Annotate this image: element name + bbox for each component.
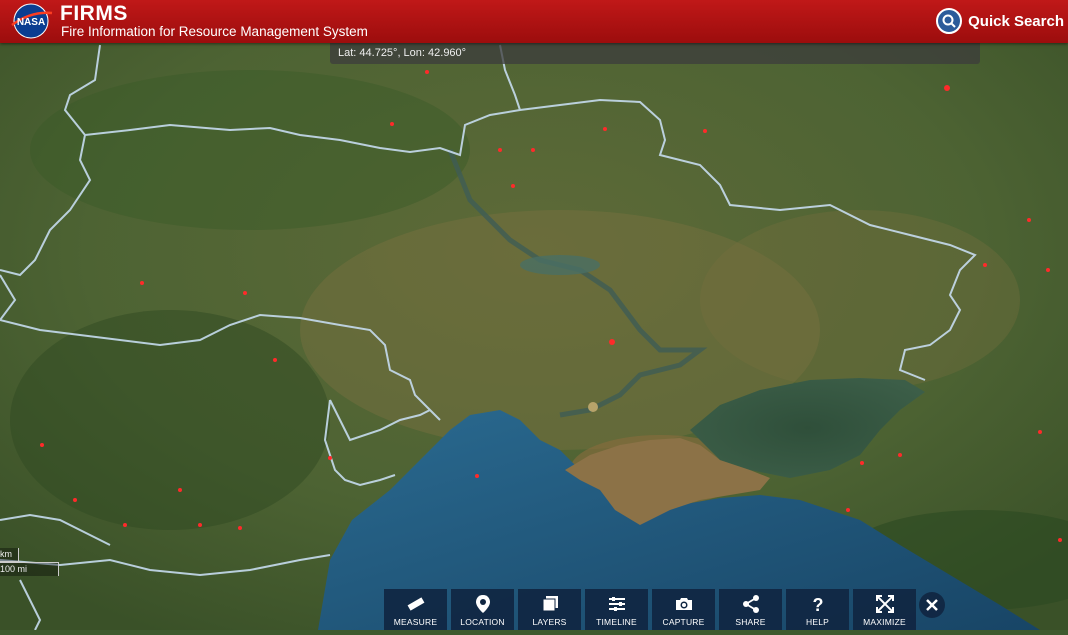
fire-point[interactable] [273, 358, 277, 362]
fire-point[interactable] [1038, 430, 1042, 434]
fire-point[interactable] [846, 508, 850, 512]
capture-button[interactable]: CAPTURE [652, 589, 715, 630]
quick-search-label: Quick Search [968, 12, 1064, 30]
fire-point[interactable] [390, 122, 394, 126]
fire-point[interactable] [123, 523, 127, 527]
kremenchuk-reservoir [520, 255, 600, 275]
satellite-map[interactable] [0, 0, 1068, 631]
fire-point[interactable] [1058, 538, 1062, 542]
camera-icon [675, 598, 692, 610]
fire-point[interactable] [140, 281, 144, 285]
fire-point[interactable] [703, 129, 707, 133]
question-icon: ? [812, 595, 823, 614]
fire-point[interactable] [498, 148, 502, 152]
app-subtitle: Fire Information for Resource Management… [61, 24, 368, 39]
location-button[interactable]: LOCATION [451, 589, 514, 630]
quick-search-button[interactable]: Quick Search [936, 7, 1064, 35]
northern-forest [30, 70, 470, 230]
steppe-region-east [700, 210, 1020, 390]
search-icon [936, 8, 963, 34]
fire-point[interactable] [1027, 218, 1031, 222]
close-toolbar-button[interactable] [919, 592, 945, 618]
help-label: HELP [805, 617, 829, 627]
measure-button[interactable]: MEASURE [384, 589, 447, 630]
nasa-logo-text: NASA [17, 17, 45, 28]
svg-text:?: ? [812, 595, 823, 614]
fire-point[interactable] [860, 461, 864, 465]
maximize-button[interactable]: MAXIMIZE [853, 589, 916, 630]
scale-km: km [0, 548, 19, 562]
nasa-logo-icon[interactable]: NASA [8, 3, 54, 39]
fire-point[interactable] [328, 456, 332, 460]
fire-point[interactable] [511, 184, 515, 188]
map-canvas[interactable] [0, 0, 1068, 631]
app-header: NASA FIRMS Fire Information for Resource… [0, 0, 1068, 43]
close-icon [926, 599, 938, 611]
capture-label: CAPTURE [662, 617, 705, 627]
share-button[interactable]: SHARE [719, 589, 782, 630]
fire-point[interactable] [40, 443, 44, 447]
fire-point[interactable] [898, 453, 902, 457]
fire-point[interactable] [73, 498, 77, 502]
layers-icon [542, 596, 558, 612]
fire-point[interactable] [198, 523, 202, 527]
fire-point[interactable] [178, 488, 182, 492]
sliders-icon [608, 597, 625, 611]
fire-point[interactable] [603, 127, 607, 131]
layers-label: LAYERS [532, 617, 567, 627]
timeline-label: TIMELINE [596, 617, 637, 627]
fire-point[interactable] [531, 148, 535, 152]
maximize-label: MAXIMIZE [863, 617, 906, 627]
layers-button[interactable]: LAYERS [518, 589, 581, 630]
expand-icon [875, 595, 894, 613]
app-title: FIRMS [60, 2, 128, 25]
fire-point[interactable] [425, 70, 429, 74]
ruler-icon [407, 597, 424, 611]
location-label: LOCATION [460, 617, 505, 627]
fire-point[interactable] [238, 526, 242, 530]
map-pin-icon [475, 595, 490, 613]
fire-point[interactable] [1046, 268, 1050, 272]
map-toolbar: MEASURE LOCATION LAYERS TIMELINE CAPTURE… [384, 589, 920, 630]
fire-point[interactable] [944, 85, 950, 91]
help-button[interactable]: ? HELP [786, 589, 849, 630]
fire-point[interactable] [243, 291, 247, 295]
measure-label: MEASURE [393, 617, 438, 627]
share-icon [742, 595, 759, 613]
scale-mi: 100 mi [0, 562, 59, 576]
timeline-button[interactable]: TIMELINE [585, 589, 648, 630]
fire-point[interactable] [609, 339, 615, 345]
fire-point[interactable] [983, 263, 987, 267]
share-label: SHARE [735, 617, 766, 627]
fire-point[interactable] [475, 474, 479, 478]
coordinate-readout: Lat: 44.725°, Lon: 42.960° [330, 43, 980, 64]
location-marker[interactable] [588, 402, 598, 412]
